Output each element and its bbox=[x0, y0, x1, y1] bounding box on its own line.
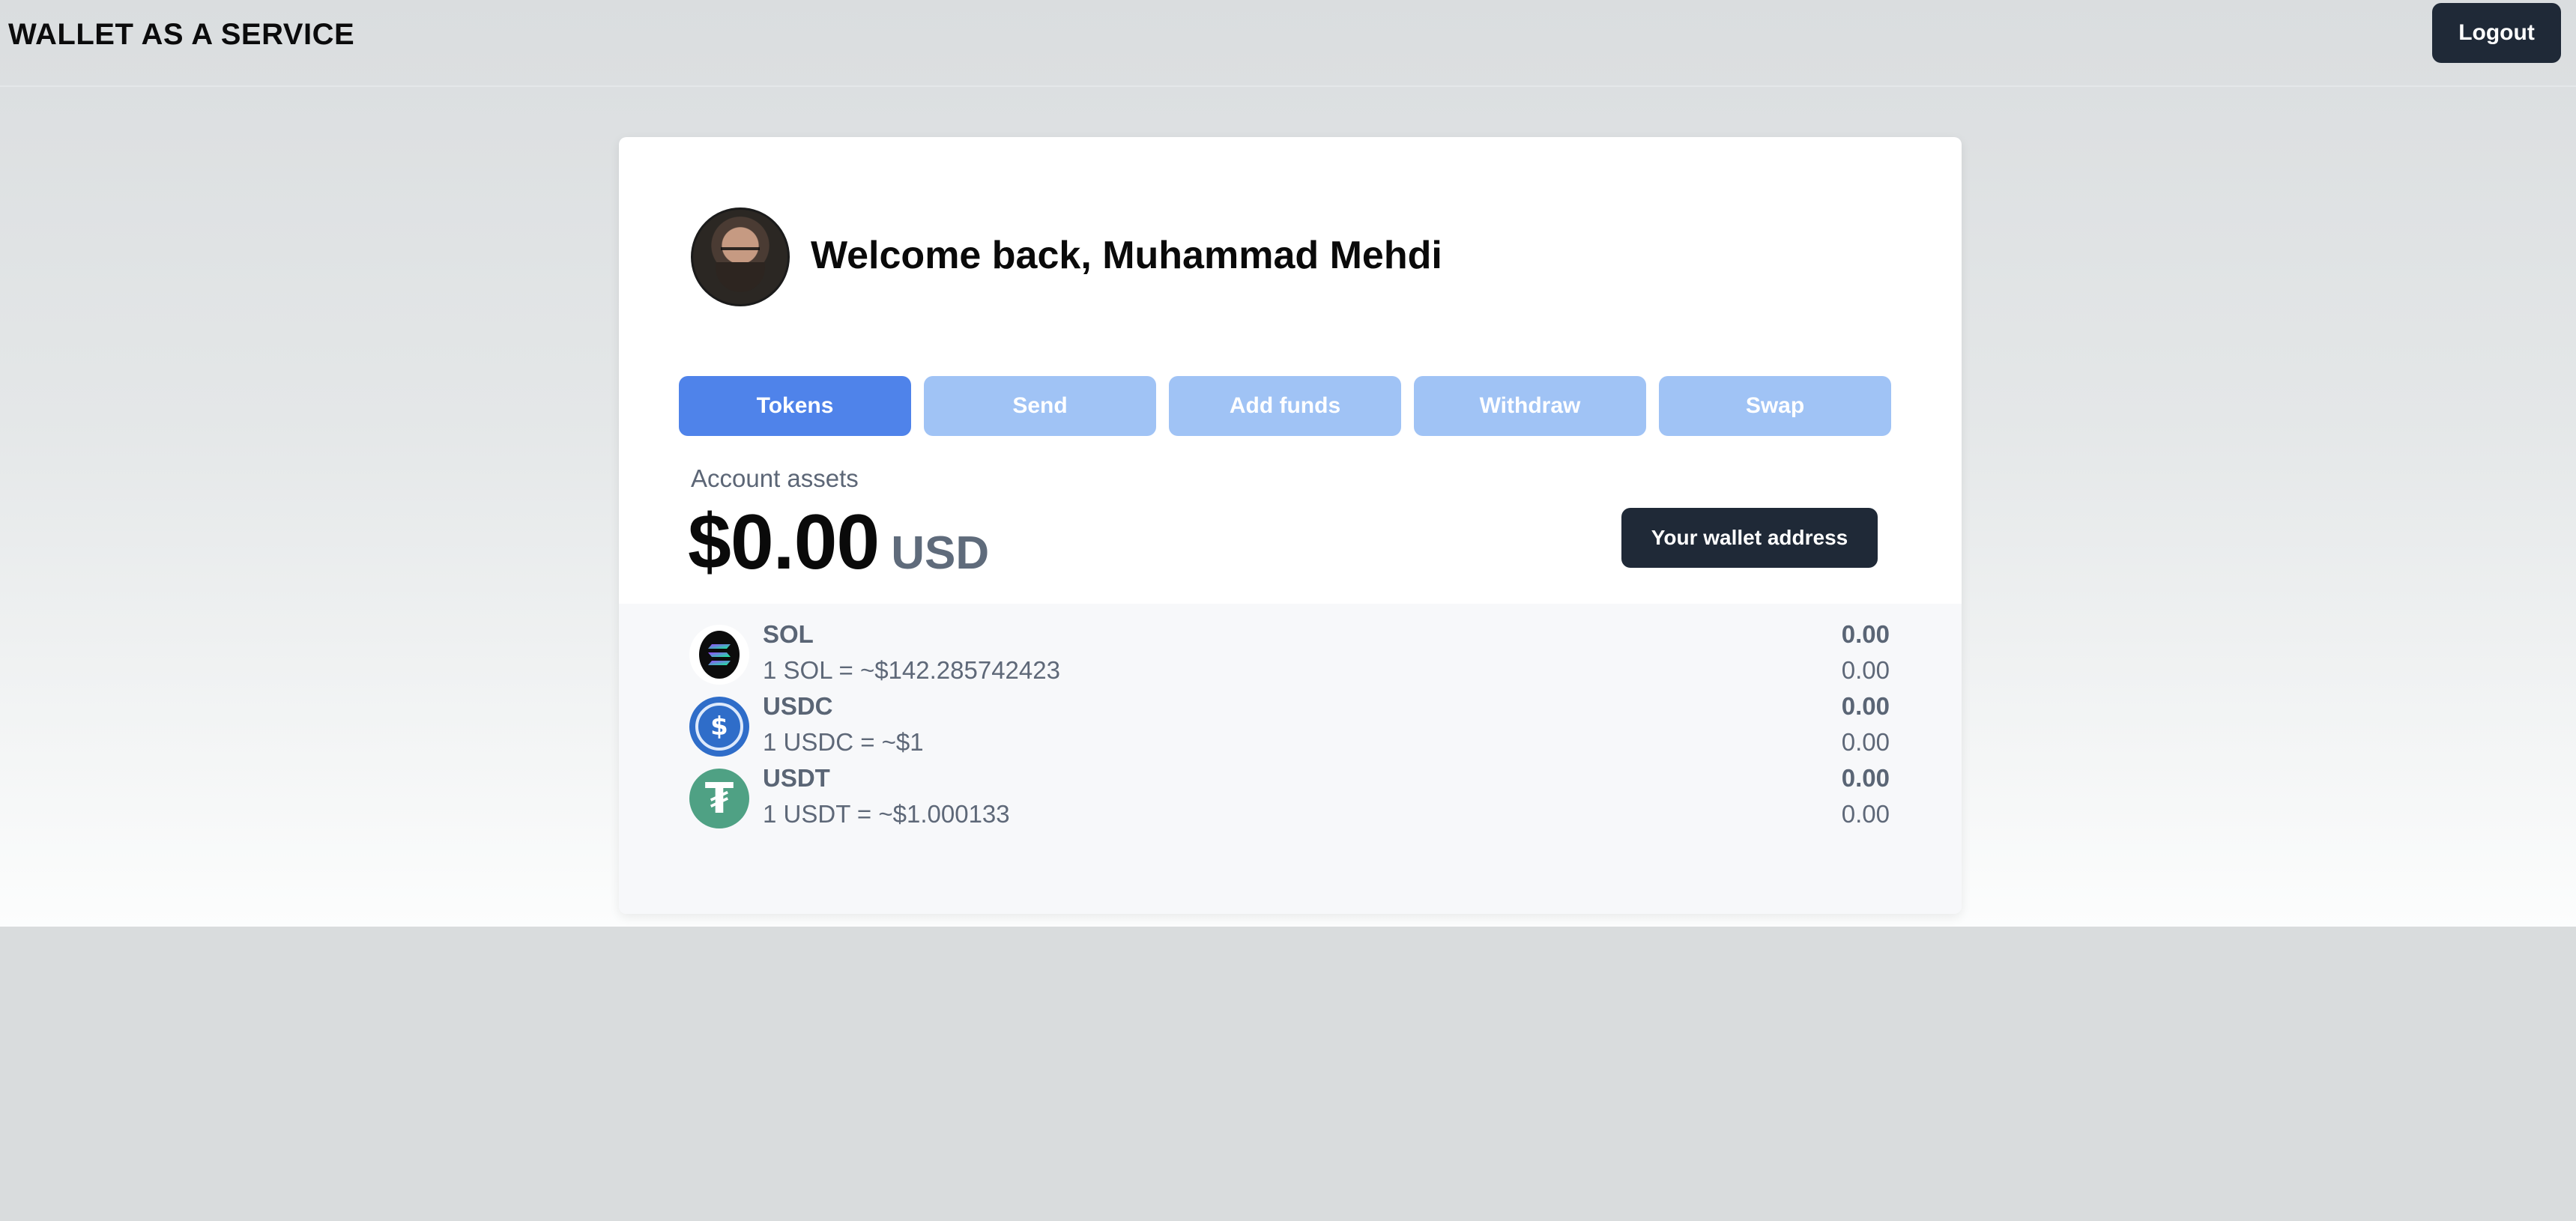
tab-send[interactable]: Send bbox=[924, 376, 1156, 436]
token-rate: 1 USDT = ~$1.000133 bbox=[763, 800, 1010, 828]
token-symbol: USDC bbox=[763, 692, 833, 720]
list-item-usdt[interactable]: ₮ USDT 1 USDT = ~$1.000133 0.00 0.00 bbox=[619, 763, 1962, 834]
tab-tokens[interactable]: Tokens bbox=[679, 376, 911, 436]
logout-button[interactable]: Logout bbox=[2432, 3, 2561, 63]
token-balance: 0.00 bbox=[1841, 620, 1890, 648]
token-balance: 0.00 bbox=[1841, 764, 1890, 792]
sol-icon bbox=[689, 625, 749, 685]
token-usd-value: 0.00 bbox=[1841, 728, 1890, 756]
balance-currency: USD bbox=[891, 527, 990, 579]
usdc-icon: $ bbox=[689, 697, 749, 757]
brand-title: WALLET AS A SERVICE bbox=[8, 18, 355, 51]
tab-swap[interactable]: Swap bbox=[1659, 376, 1891, 436]
wallet-card: Welcome back, Muhammad Mehdi Tokens Send… bbox=[619, 137, 1962, 914]
list-item-sol[interactable]: SOL 1 SOL = ~$142.285742423 0.00 0.00 bbox=[619, 619, 1962, 691]
avatar bbox=[691, 207, 790, 306]
tab-add-funds[interactable]: Add funds bbox=[1169, 376, 1401, 436]
action-tabs: Tokens Send Add funds Withdraw Swap bbox=[679, 376, 1891, 437]
welcome-heading: Welcome back, Muhammad Mehdi bbox=[811, 234, 1442, 277]
account-assets-label: Account assets bbox=[691, 464, 859, 492]
token-usd-value: 0.00 bbox=[1841, 800, 1890, 828]
tab-withdraw[interactable]: Withdraw bbox=[1414, 376, 1646, 436]
token-rate: 1 SOL = ~$142.285742423 bbox=[763, 656, 1060, 684]
token-symbol: USDT bbox=[763, 764, 830, 792]
token-balance: 0.00 bbox=[1841, 692, 1890, 720]
token-list: SOL 1 SOL = ~$142.285742423 0.00 0.00 $ … bbox=[619, 604, 1962, 914]
balance-amount: $0.00 bbox=[688, 499, 880, 586]
list-item-usdc[interactable]: $ USDC 1 USDC = ~$1 0.00 0.00 bbox=[619, 691, 1962, 763]
top-bar: WALLET AS A SERVICE Logout bbox=[0, 0, 2576, 87]
wallet-address-button[interactable]: Your wallet address bbox=[1621, 508, 1878, 568]
token-symbol: SOL bbox=[763, 620, 814, 648]
token-rate: 1 USDC = ~$1 bbox=[763, 728, 924, 756]
usdt-icon: ₮ bbox=[689, 769, 749, 828]
token-usd-value: 0.00 bbox=[1841, 656, 1890, 684]
total-balance: $0.00 USD bbox=[688, 498, 989, 587]
